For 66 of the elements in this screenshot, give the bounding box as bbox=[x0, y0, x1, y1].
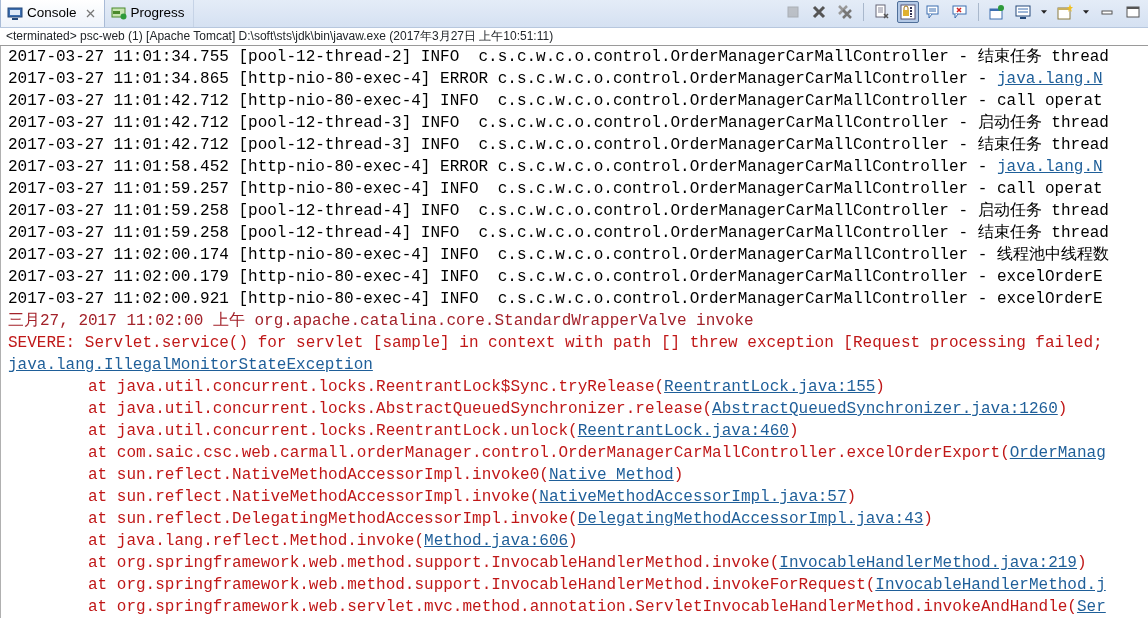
log-text: at java.util.concurrent.locks.AbstractQueuedSynchronizer.release( bbox=[88, 400, 713, 418]
source-link[interactable]: Method.java:606 bbox=[424, 532, 569, 550]
view-tab[interactable]: Console bbox=[0, 0, 105, 27]
log-text: 2017-03-27 11:02:00.921 [http-nio-80-exec-4] INFO c.s.c.w.c.o.control.OrderManagerCarMallController - excelOrderE bbox=[8, 290, 1103, 308]
log-text: ) bbox=[673, 466, 684, 484]
log-text: at sun.reflect.NativeMethodAccessorImpl.invoke( bbox=[88, 488, 540, 506]
log-text: at sun.reflect.DelegatingMethodAccessorImpl.invoke( bbox=[88, 510, 578, 528]
source-link[interactable]: InvocableHandlerMethod.java:219 bbox=[779, 554, 1077, 572]
log-text: ) bbox=[1057, 400, 1068, 418]
log-text: ) bbox=[788, 422, 799, 440]
log-text: at org.springframework.web.servlet.mvc.method.annotation.ServletInvocableHandlerMethod.invokeAndHandle( bbox=[88, 598, 1077, 616]
log-text: 2017-03-27 11:02:00.179 [http-nio-80-exec-4] INFO c.s.c.w.c.o.control.OrderManagerCarMallController - excelOrderE bbox=[8, 268, 1103, 286]
source-link[interactable]: ReentrantLock.java:155 bbox=[664, 378, 876, 396]
source-link[interactable]: NativeMethodAccessorImpl.java:57 bbox=[539, 488, 847, 506]
log-text: at org.springframework.web.method.support.InvocableHandlerMethod.invoke( bbox=[88, 554, 780, 572]
source-link[interactable]: Ser bbox=[1076, 598, 1106, 616]
log-text: 2017-03-27 11:01:59.258 [pool-12-thread-4] INFO c.s.c.w.c.o.control.OrderManagerCarMallController - 结束任务 thread bbox=[8, 224, 1109, 242]
log-text: 2017-03-27 11:01:34.755 [pool-12-thread-2] INFO c.s.c.w.c.o.control.OrderManagerCarMallController - 结束任务 thread bbox=[8, 48, 1109, 66]
log-text: at sun.reflect.NativeMethodAccessorImpl.invoke0( bbox=[88, 466, 549, 484]
maximize-icon bbox=[1125, 4, 1141, 20]
source-link[interactable]: OrderManag bbox=[1009, 444, 1106, 462]
message-icon bbox=[926, 4, 942, 20]
source-link[interactable]: java.lang.N bbox=[996, 70, 1103, 88]
caret-icon bbox=[1083, 10, 1089, 14]
monitor-icon bbox=[1015, 4, 1031, 20]
scroll-lock-button[interactable] bbox=[897, 1, 919, 23]
source-link[interactable]: java.lang.N bbox=[996, 158, 1103, 176]
log-text: ) bbox=[1076, 554, 1087, 572]
log-text: 2017-03-27 11:01:59.257 [http-nio-80-exec-4] INFO c.s.c.w.c.o.control.OrderManagerCarMallController - call operat bbox=[8, 180, 1103, 198]
log-text: SEVERE: Servlet.service() for servlet [sample] in context with path [] threw exception [Request processing failed; bbox=[8, 334, 1103, 352]
log-text: ) bbox=[875, 378, 885, 396]
log-text: 三月27, 2017 11:02:00 上午 org.apache.catalina.core.StandardWrapperValve invoke bbox=[8, 312, 754, 330]
scroll-lock-icon bbox=[900, 4, 916, 20]
progress-icon bbox=[110, 5, 127, 21]
log-text: 2017-03-27 11:02:00.174 [http-nio-80-exec-4] INFO c.s.c.w.c.o.control.OrderManagerCarMallController - 线程池中线程数 bbox=[8, 246, 1109, 264]
log-text: 2017-03-27 11:01:42.712 [http-nio-80-exec-4] INFO c.s.c.w.c.o.control.OrderManagerCarMallController - call operat bbox=[8, 92, 1103, 110]
log-text: ) bbox=[846, 488, 857, 506]
source-link[interactable]: Native Method bbox=[548, 466, 674, 484]
source-link[interactable]: AbstractQueuedSynchronizer.java:1260 bbox=[712, 400, 1058, 418]
log-text: at java.util.concurrent.locks.ReentrantLock.unlock( bbox=[88, 422, 578, 440]
source-link[interactable]: java.lang.IllegalMonitorStateException bbox=[8, 356, 373, 374]
log-text: at org.springframework.web.method.support.InvocableHandlerMethod.invokeForRequest( bbox=[88, 576, 876, 594]
view-tab[interactable]: Progress bbox=[104, 0, 194, 27]
source-link[interactable]: ReentrantLock.java:460 bbox=[577, 422, 789, 440]
source-link[interactable]: DelegatingMethodAccessorImpl.java:43 bbox=[577, 510, 924, 528]
monitor-icon bbox=[7, 5, 23, 22]
log-text: 2017-03-27 11:01:34.865 [http-nio-80-exec-4] ERROR c.s.c.w.c.o.control.OrderManagerCarMallController - bbox=[8, 70, 989, 88]
log-text: 2017-03-27 11:01:42.712 [pool-12-thread-3] INFO c.s.c.w.c.o.control.OrderManagerCarMallController - 启动任务 thread bbox=[8, 114, 1109, 132]
caret-icon bbox=[1041, 10, 1047, 14]
process-label: <terminated> psc-web (1) [Apache Tomcat] D:\soft\sts\jdk\bin\javaw.exe (2017年3月27日 上午10:51:11) bbox=[0, 28, 1148, 46]
log-text: 2017-03-27 11:01:42.712 [pool-12-thread-3] INFO c.s.c.w.c.o.control.OrderManagerCarMallController - 结束任务 thread bbox=[8, 136, 1109, 154]
close-icon bbox=[811, 4, 827, 20]
double-close-icon bbox=[837, 4, 853, 20]
log-text: 2017-03-27 11:01:58.452 [http-nio-80-exec-4] ERROR c.s.c.w.c.o.control.OrderManagerCarMallController - bbox=[8, 158, 989, 176]
log-text: at com.saic.csc.web.carmall.orderManager.control.OrderManagerCarMallController.excelOrderExport( bbox=[88, 444, 1010, 462]
error-message-icon bbox=[952, 4, 968, 20]
log-text: ) bbox=[568, 532, 578, 550]
pin-icon bbox=[989, 4, 1005, 20]
source-link[interactable]: InvocableHandlerMethod.j bbox=[875, 576, 1106, 594]
new-window-icon bbox=[1057, 4, 1073, 20]
clear-document-icon bbox=[874, 4, 890, 20]
log-text: ) bbox=[923, 510, 933, 528]
stop-icon bbox=[785, 4, 801, 20]
log-text: at java.util.concurrent.locks.ReentrantLock$Sync.tryRelease( bbox=[88, 378, 665, 396]
log-text: 2017-03-27 11:01:59.258 [pool-12-thread-4] INFO c.s.c.w.c.o.control.OrderManagerCarMallController - 启动任务 thread bbox=[8, 202, 1109, 220]
log-text: at java.lang.reflect.Method.invoke( bbox=[88, 532, 425, 550]
